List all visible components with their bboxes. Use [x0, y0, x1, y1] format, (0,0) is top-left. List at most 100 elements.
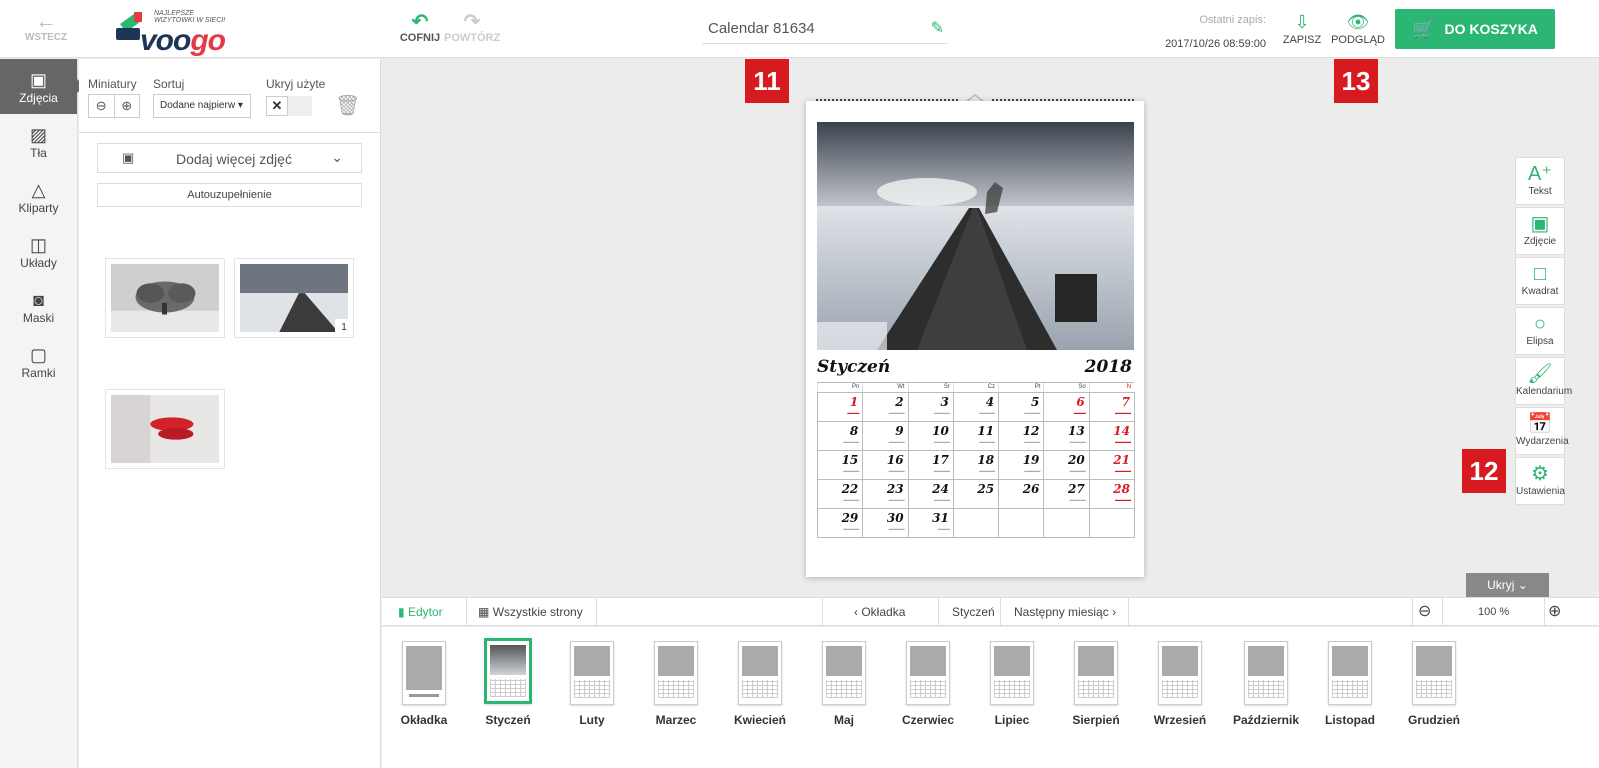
trash-icon[interactable]: 🗑 — [335, 93, 360, 118]
calendar-week: 22 ▬▬▬▬ 23 ▬▬▬▬ 24 ▬▬▬▬ 25 26 27 ▬▬▬▬ 28 ▬▬▬▬ — [817, 479, 1135, 509]
nav-item-backgrounds[interactable]: ▨ Tła — [0, 114, 77, 169]
day-cell: 13 ▬▬▬▬ — [1043, 421, 1090, 451]
calendar-month[interactable]: Styczeń — [817, 357, 890, 377]
photo-thumb-tree[interactable] — [105, 258, 225, 338]
image-icon: ▣ — [122, 150, 135, 165]
page-thumb-may[interactable] — [822, 641, 866, 705]
undo-icon: ↶ — [411, 11, 429, 33]
nav-item-masks[interactable]: ◙ Maski — [0, 279, 77, 334]
page-thumb-june[interactable] — [906, 641, 950, 705]
tool-text[interactable]: A⁺ Tekst — [1515, 157, 1565, 205]
right-toolbar: A⁺ Tekst ▣ Zdjęcie □ Kwadrat ○ Elipsa 🖌 Kalen… — [1515, 157, 1572, 507]
background-icon: ▨ — [29, 125, 47, 145]
hide-strip-button[interactable]: Ukryj ⌄ — [1466, 573, 1549, 597]
shapes-icon: △ — [31, 180, 46, 200]
page-thumb-march[interactable] — [654, 641, 698, 705]
day-cell — [998, 508, 1045, 538]
pencil-icon[interactable]: ✎ — [931, 18, 944, 38]
photo-pier — [240, 264, 348, 332]
image-add-icon: ▣ — [1530, 213, 1550, 235]
chevron-right-icon: › — [1112, 605, 1117, 619]
editor-canvas: Styczeń 2018 Pn Wt Śr Cz Pt So N 1 ▬▬▬ 2 ▬… — [382, 59, 1599, 597]
back-button[interactable]: ← WSTECZ — [18, 10, 74, 44]
hide-used-toggle[interactable]: ✕ — [266, 96, 312, 116]
last-save: Ostatni zapis: 2017/10/26 08:59:00 — [1165, 14, 1266, 50]
next-page-button[interactable]: Następny miesiąc › — [1014, 598, 1116, 626]
zoom-out-icon[interactable]: ⊖ — [89, 95, 114, 117]
day-cell: 8 ▬▬▬▬ — [817, 421, 864, 451]
tool-photo[interactable]: ▣ Zdjęcie — [1515, 207, 1565, 255]
calendar-year[interactable]: 2018 — [1085, 357, 1132, 377]
redo-icon: ↷ — [463, 11, 481, 33]
day-cell: 18 ▬▬▬▬ — [952, 450, 1000, 480]
page-thumb-january[interactable] — [484, 638, 532, 704]
zoom-out-icon[interactable]: ⊖ — [1418, 598, 1431, 626]
page-thumb-april[interactable] — [738, 641, 782, 705]
day-cell: 1 ▬▬▬ — [817, 392, 864, 422]
day-cell: 19 ▬▬▬▬ — [998, 450, 1045, 480]
tool-square[interactable]: □ Kwadrat — [1515, 257, 1565, 305]
page-thumb-february[interactable] — [570, 641, 614, 705]
day-cell: 6 ▬▬▬ — [1043, 392, 1090, 422]
project-title-field[interactable]: Calendar 81634 ✎ — [702, 14, 948, 44]
photo-lips — [111, 395, 219, 463]
page-thumb-september[interactable] — [1158, 641, 1202, 705]
sort-select[interactable]: Dodane najpierw ▾ — [153, 94, 251, 118]
chevron-left-icon: ‹ — [854, 605, 858, 619]
add-to-cart-button[interactable]: 🛒 DO KOSZYKA — [1395, 9, 1555, 49]
day-cell: 5 ▬▬▬▬ — [998, 392, 1045, 422]
zoom-level: 100 % — [1478, 606, 1510, 618]
save-button[interactable]: ⇩ ZAPISZ — [1280, 12, 1324, 46]
page-thumb-november[interactable] — [1328, 641, 1372, 705]
tool-ellipse[interactable]: ○ Elipsa — [1515, 307, 1565, 355]
eye-icon: 👁 — [1346, 12, 1370, 32]
calendar-page[interactable]: Styczeń 2018 Pn Wt Śr Cz Pt So N 1 ▬▬▬ 2 ▬… — [806, 101, 1144, 577]
all-pages-tab[interactable]: ▦ Wszystkie strony — [478, 598, 583, 626]
nav-item-photos[interactable]: ▣ Zdjęcia — [0, 59, 84, 114]
day-cell — [1043, 508, 1090, 538]
day-cell: 15 ▬▬▬▬ — [817, 450, 864, 480]
day-cell: 17 ▬▬▬▬ — [907, 450, 954, 480]
page-thumb-august[interactable] — [1074, 641, 1118, 705]
page-label: Grudzień — [1407, 713, 1460, 727]
autofill-button[interactable]: Autouzupełnienie — [97, 183, 362, 207]
page-label: Sierpień — [1072, 713, 1120, 727]
nav-item-cliparts[interactable]: △ Kliparty — [0, 169, 77, 224]
tool-settings[interactable]: ⚙ Ustawienia — [1515, 457, 1565, 505]
cart-icon: 🛒 — [1412, 18, 1435, 39]
photo-thumb-pier[interactable]: 1 — [234, 258, 354, 338]
calendar-week: 15 ▬▬▬▬ 16 ▬▬▬▬ 17 ▬▬▬▬ 18 ▬▬▬▬ 19 ▬▬▬▬ 20 ▬▬▬… — [817, 450, 1135, 480]
page-thumb-july[interactable] — [990, 641, 1034, 705]
nav-item-frames[interactable]: ▢ Ramki — [0, 334, 77, 389]
prev-page-button[interactable]: ‹ Okładka — [854, 598, 905, 626]
page-thumb-cover[interactable] — [402, 641, 446, 705]
photos-panel: Miniatury Sortuj Ukryj użyte ⊖ ⊕ Dodane … — [79, 59, 381, 768]
tool-calendar[interactable]: 🖌 Kalendarium — [1515, 357, 1572, 405]
gears-icon: ⚙ — [1531, 463, 1549, 485]
zoom-in-icon[interactable]: ⊕ — [1548, 598, 1561, 626]
calendar-week: 1 ▬▬▬ 2 ▬▬▬▬ 3 ▬▬▬▬ 4 ▬▬▬▬ 5 ▬▬▬▬ 6 ▬▬▬ 7 ▬▬▬▬ — [817, 392, 1135, 422]
editor-tab[interactable]: ▮ Edytor — [398, 598, 443, 626]
photo-thumb-lips[interactable] — [105, 389, 225, 469]
weekday-header: Pn Wt Śr Cz Pt So N — [817, 382, 1134, 392]
ellipse-icon: ○ — [1533, 313, 1547, 335]
thumb-zoom-group: ⊖ ⊕ — [88, 94, 140, 118]
calendar-grid[interactable]: Pn Wt Śr Cz Pt So N 1 ▬▬▬ 2 ▬▬▬▬ 3 ▬▬▬▬ 4 ▬▬… — [817, 382, 1135, 538]
calendar-event-icon: 📅 — [1527, 413, 1553, 435]
tool-events[interactable]: 📅 Wydarzenia — [1515, 407, 1569, 455]
day-cell — [1088, 508, 1135, 538]
zoom-in-icon[interactable]: ⊕ — [113, 95, 140, 117]
calendar-photo[interactable] — [817, 122, 1134, 350]
page-thumb-october[interactable] — [1244, 641, 1288, 705]
page-label: Styczeń — [485, 713, 531, 727]
left-nav: ▣ Zdjęcia ▨ Tła △ Kliparty ◫ Układy ◙ Ma… — [0, 59, 84, 768]
add-more-photos-button[interactable]: ▣ Dodaj więcej zdjęć ⌄ — [97, 143, 362, 173]
nav-item-layouts[interactable]: ◫ Układy — [0, 224, 77, 279]
save-icon: ⇩ — [1294, 12, 1310, 32]
day-cell: 21 ▬▬▬▬ — [1088, 450, 1135, 480]
page-thumb-december[interactable] — [1412, 641, 1456, 705]
undo-button[interactable]: ↶ COFNIJ — [392, 12, 448, 44]
day-cell: 28 ▬▬▬▬ — [1088, 479, 1135, 509]
preview-button[interactable]: 👁 PODGLĄD — [1330, 12, 1386, 46]
redo-button[interactable]: ↷ POWTÓRZ — [444, 12, 500, 44]
